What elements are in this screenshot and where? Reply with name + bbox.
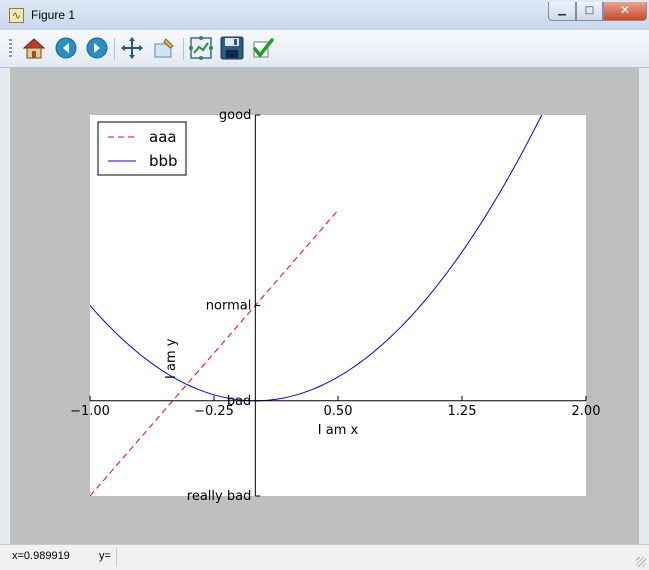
- toolbar-separator: [114, 38, 115, 60]
- x-tick-label: 0.50: [324, 404, 353, 419]
- title-bar: ∿ Figure 1 ▁ □ ✕: [0, 0, 649, 31]
- y-tick-label: normal: [206, 299, 252, 314]
- x-axis-label: I am x: [318, 423, 359, 438]
- home-button[interactable]: [22, 36, 46, 60]
- edit-parameters-button[interactable]: [251, 36, 275, 60]
- y-tick-label: really bad: [187, 489, 252, 504]
- status-bar: x=0.989919 y=: [0, 544, 649, 570]
- legend-label-aaa: aaa: [149, 128, 177, 146]
- y-axis-label: I am y: [164, 338, 179, 379]
- window-border-right: [639, 68, 649, 544]
- back-button[interactable]: [54, 36, 78, 60]
- toolbar: [0, 30, 649, 68]
- x-tick-label: 2.00: [572, 404, 601, 419]
- y-tick-label: good: [219, 108, 251, 123]
- x-tick-label: 1.25: [448, 404, 477, 419]
- window-border-left: [0, 68, 10, 544]
- y-coordinate-readout: y=: [99, 550, 111, 562]
- y-tick-label: bad: [227, 394, 251, 409]
- save-button[interactable]: [220, 36, 244, 60]
- figure-canvas[interactable]: −1.00 −0.25 0.50 1.25 2.00 really bad bad norma…: [10, 68, 639, 544]
- close-button[interactable]: ✕: [603, 2, 647, 21]
- legend: aaa bbb: [97, 121, 187, 176]
- configure-subplots-button[interactable]: [189, 36, 213, 60]
- legend-label-bbb: bbb: [149, 152, 178, 170]
- forward-button[interactable]: [85, 36, 109, 60]
- x-coordinate-readout: x=0.989919: [12, 550, 70, 562]
- back-arrow-icon: [55, 37, 77, 59]
- status-divider: [116, 548, 117, 566]
- minimize-button[interactable]: ▁: [548, 2, 576, 21]
- zoom-button[interactable]: [152, 36, 176, 60]
- checkmark-icon: [253, 38, 274, 58]
- x-tick-label: −1.00: [70, 404, 110, 419]
- pan-icon: [121, 37, 143, 59]
- floppy-disk-icon: [220, 36, 244, 60]
- toolbar-separator: [183, 38, 184, 60]
- window-title: Figure 1: [31, 8, 76, 22]
- pan-button[interactable]: [120, 36, 144, 60]
- subplots-icon: [189, 36, 213, 60]
- toolbar-grip[interactable]: [9, 39, 12, 59]
- home-icon: [22, 38, 46, 59]
- maximize-button[interactable]: □: [576, 2, 603, 21]
- forward-arrow-icon: [86, 37, 108, 59]
- app-icon: ∿: [9, 8, 24, 23]
- chart[interactable]: −1.00 −0.25 0.50 1.25 2.00really badbadnorma…: [10, 68, 639, 544]
- zoom-rect-icon: [154, 38, 174, 58]
- resize-grip[interactable]: [636, 557, 646, 567]
